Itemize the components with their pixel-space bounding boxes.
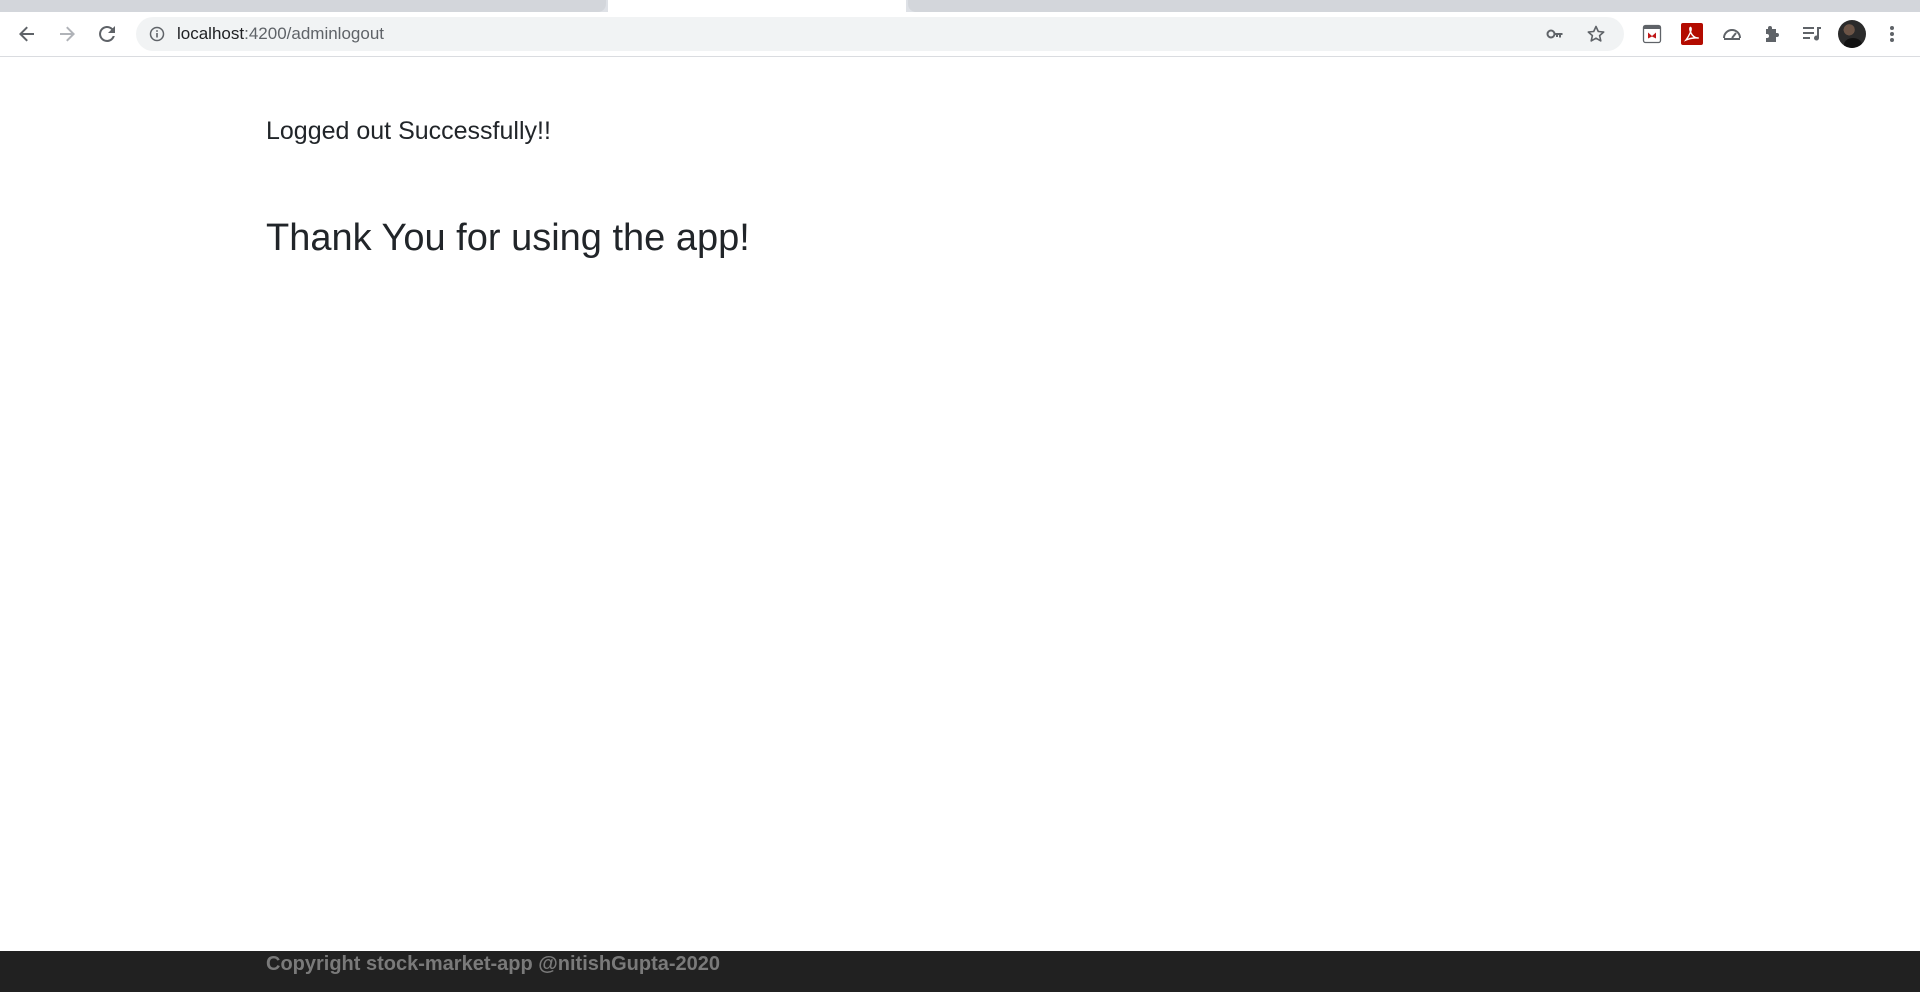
kebab-menu-icon [1890, 26, 1894, 42]
browser-toolbar: localhost:4200/adminlogout [0, 12, 1920, 57]
url-text[interactable]: localhost:4200/adminlogout [177, 17, 384, 51]
mcafee-icon [1642, 24, 1662, 44]
pdf-icon [1681, 23, 1703, 45]
copyright-text: Copyright stock-market-app @nitishGupta-… [266, 953, 721, 975]
url-path: :4200/adminlogout [244, 24, 384, 43]
browser-window: localhost:4200/adminlogout Logged out Su… [0, 0, 1920, 992]
tab-strip [0, 0, 1920, 12]
logout-message: Logged out Successfully!! [266, 117, 551, 145]
mcafee-extension-button[interactable] [1640, 22, 1664, 46]
page-content: Logged out Successfully!! Thank You for … [0, 57, 1920, 951]
browser-menu-button[interactable] [1880, 22, 1904, 46]
profile-avatar[interactable] [1838, 20, 1866, 48]
url-host: localhost [177, 24, 245, 43]
back-arrow-icon [19, 26, 34, 42]
forward-button[interactable] [51, 18, 83, 50]
puzzle-icon [1766, 26, 1779, 42]
bookmark-button[interactable] [1583, 21, 1609, 47]
thank-you-heading: Thank You for using the app! [266, 217, 750, 259]
password-button[interactable] [1542, 21, 1568, 47]
browser-tab[interactable] [0, 0, 606, 12]
reload-button[interactable] [91, 18, 123, 50]
dashboard-extension-button[interactable] [1720, 22, 1744, 46]
playlist-icon [1803, 27, 1821, 41]
back-button[interactable] [11, 18, 43, 50]
site-info-button[interactable] [148, 25, 166, 43]
extensions-button[interactable] [1760, 22, 1784, 46]
footer: Copyright stock-market-app @nitishGupta-… [0, 951, 1920, 992]
browser-tab-active[interactable] [608, 0, 906, 12]
dashboard-icon [1723, 29, 1741, 40]
media-control-button[interactable] [1800, 22, 1824, 46]
star-icon [1587, 25, 1605, 42]
key-icon [1546, 29, 1563, 39]
reload-icon [99, 25, 115, 42]
pdf-extension-button[interactable] [1680, 22, 1704, 46]
info-icon [149, 26, 165, 42]
address-bar[interactable]: localhost:4200/adminlogout [136, 17, 1624, 51]
browser-tab[interactable] [908, 0, 1920, 12]
forward-arrow-icon [60, 26, 75, 42]
